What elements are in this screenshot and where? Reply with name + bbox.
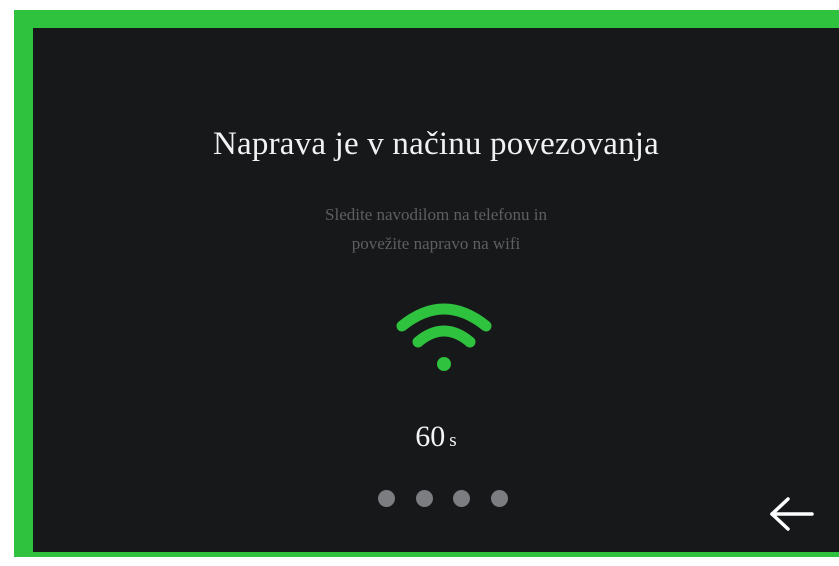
countdown-timer: 60 s <box>33 420 839 454</box>
page-indicator <box>378 490 508 508</box>
screen-content: Naprava je v načinu povezovanja Sledite … <box>0 0 839 566</box>
instructions-line-1: Sledite navodilom na telefonu in <box>325 205 547 224</box>
page-dot-4 <box>490 490 508 507</box>
wifi-icon <box>396 303 492 371</box>
page-dot-3 <box>453 490 471 507</box>
timer-unit: s <box>449 430 457 451</box>
page-dot-2 <box>415 490 433 507</box>
instructions-line-2: povežite napravo na wifi <box>351 234 521 253</box>
wifi-outer-arc <box>396 303 492 332</box>
wifi-dot <box>437 357 451 371</box>
page-dot-1 <box>378 490 395 507</box>
page-title: Naprava je v načinu povezovanja <box>213 126 659 162</box>
instructions-text: Sledite navodilom na telefonu in povežit… <box>33 200 839 258</box>
wifi-middle-arc <box>412 325 476 348</box>
back-arrow-icon[interactable] <box>766 494 816 534</box>
timer-value: 60 <box>415 420 446 453</box>
